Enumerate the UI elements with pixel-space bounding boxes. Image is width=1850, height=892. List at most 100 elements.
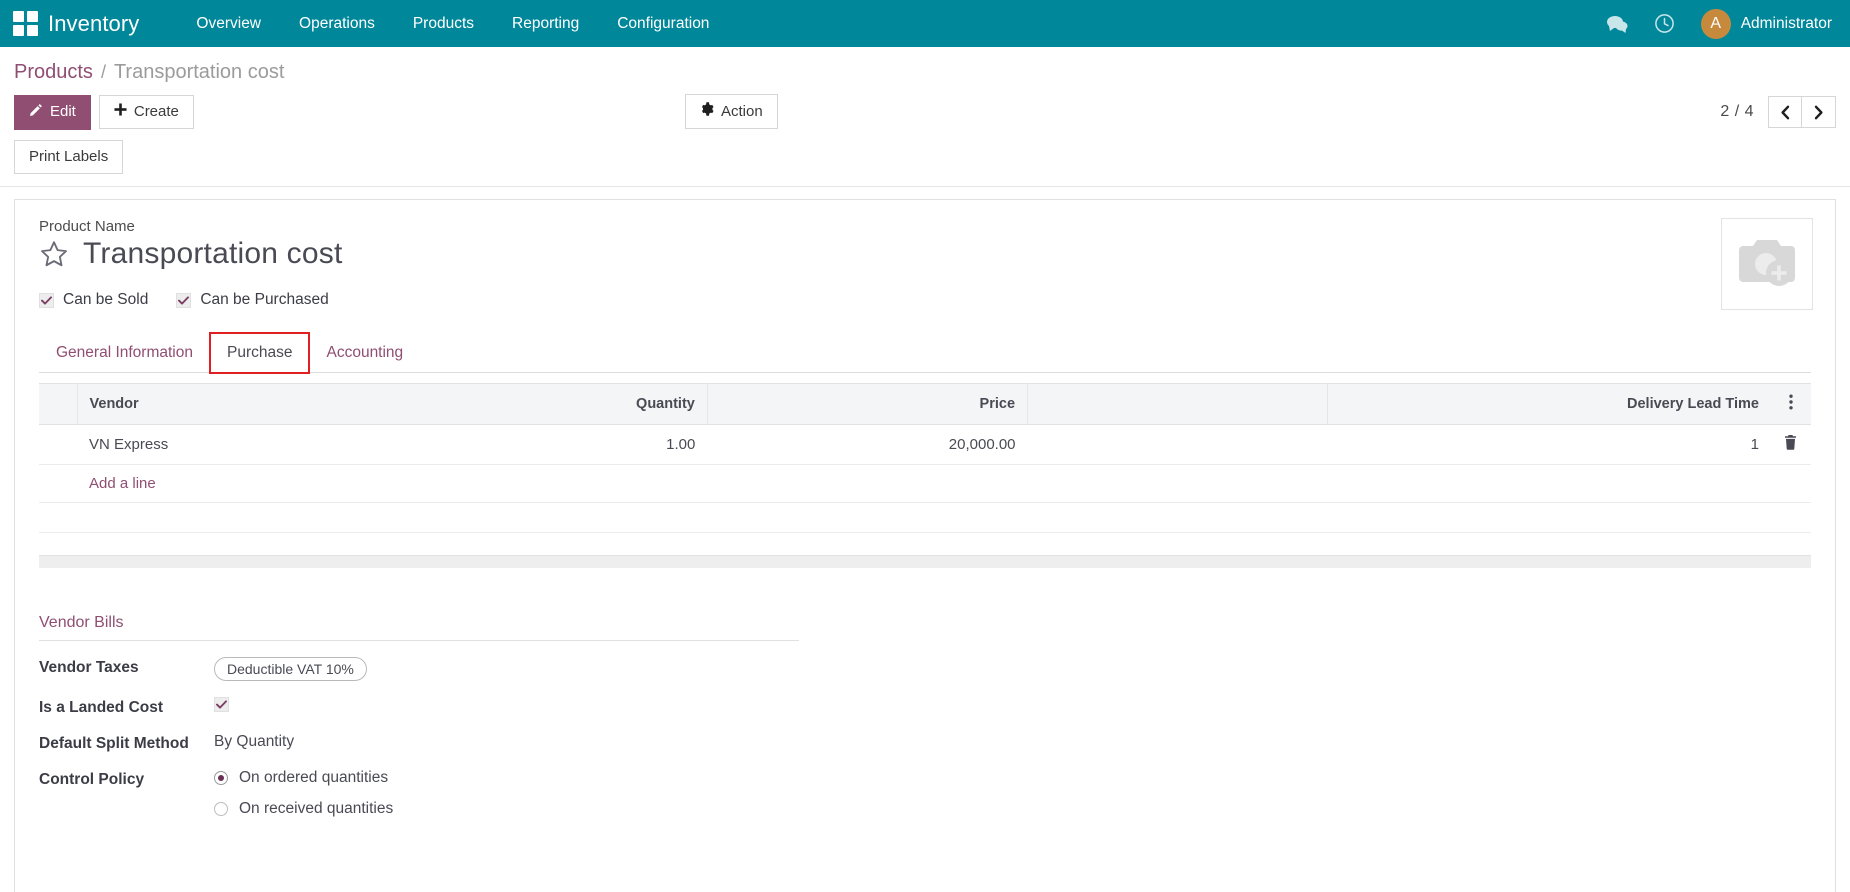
apps-grid-cell xyxy=(26,11,38,22)
pager-count[interactable]: 2 / 4 xyxy=(1720,103,1754,121)
top-navbar: Inventory Overview Operations Products R… xyxy=(0,0,1850,47)
checkbox-checked-icon xyxy=(176,292,192,308)
default-split-method-row: Default Split Method By Quantity xyxy=(39,733,799,753)
column-spacer xyxy=(1027,383,1329,425)
product-flags-row: Can be Sold Can be Purchased xyxy=(39,291,1811,309)
checkbox-checked-icon xyxy=(39,292,54,308)
record-pager: 2 / 4 xyxy=(1720,96,1836,128)
default-split-method-label: Default Split Method xyxy=(39,735,189,752)
chevron-right-icon[interactable] xyxy=(1802,96,1836,128)
tab-accounting[interactable]: Accounting xyxy=(309,333,420,373)
menu-item-operations[interactable]: Operations xyxy=(280,1,394,47)
app-brand-inventory[interactable]: Inventory xyxy=(48,11,139,37)
apps-grid-cell xyxy=(26,25,38,36)
user-menu[interactable]: A Administrator xyxy=(1700,8,1832,39)
add-a-line-cell: Add a line xyxy=(77,464,1811,503)
add-line-handle-cell xyxy=(39,464,78,503)
menu-item-configuration[interactable]: Configuration xyxy=(598,1,728,47)
column-quantity[interactable]: Quantity xyxy=(387,383,708,425)
control-panel: Edit Create Action 2 / 4 xyxy=(0,90,1850,130)
radio-on-received-quantities[interactable]: On received quantities xyxy=(214,800,393,818)
secondary-button-row: Print Labels xyxy=(0,130,1850,187)
row-handle-column xyxy=(39,383,78,425)
pager-buttons xyxy=(1768,96,1836,128)
radio-on-ordered-quantities[interactable]: On ordered quantities xyxy=(214,769,393,787)
table-row[interactable]: VN Express 1.00 20,000.00 1 xyxy=(39,424,1811,465)
radio-selected-icon xyxy=(214,771,228,785)
breadcrumb-current: Transportation cost xyxy=(113,61,285,83)
product-title-row: Transportation cost xyxy=(39,237,1811,271)
can-be-sold-checkbox[interactable]: Can be Sold xyxy=(39,291,148,309)
can-be-purchased-checkbox[interactable]: Can be Purchased xyxy=(176,291,329,309)
cell-spacer xyxy=(1027,424,1328,465)
product-image-upload[interactable] xyxy=(1721,218,1813,310)
trash-icon xyxy=(1784,435,1797,450)
cell-quantity[interactable]: 1.00 xyxy=(387,424,708,465)
print-labels-button[interactable]: Print Labels xyxy=(14,140,124,174)
vendor-bills-title: Vendor Bills xyxy=(39,614,799,641)
table-body: VN Express 1.00 20,000.00 1 Add a line xyxy=(39,424,1811,533)
cell-delivery-lead-time[interactable]: 1 xyxy=(1327,424,1771,465)
is-a-landed-cost-label: Is a Landed Cost xyxy=(39,699,164,716)
breadcrumb-separator: / xyxy=(100,62,106,82)
form-sheet-area: Product Name Transportation cost Can be … xyxy=(0,187,1850,892)
main-menu: Overview Operations Products Reporting C… xyxy=(177,1,728,47)
cell-price[interactable]: 20,000.00 xyxy=(707,424,1028,465)
vendor-taxes-row: Vendor Taxes Deductible VAT 10% xyxy=(39,657,799,681)
vendor-taxes-value: Deductible VAT 10% xyxy=(214,657,367,681)
action-button[interactable]: Action xyxy=(685,94,778,129)
row-handle-cell xyxy=(39,424,78,465)
radio-on-ordered-quantities-label: On ordered quantities xyxy=(239,769,389,786)
radio-on-received-quantities-label: On received quantities xyxy=(239,800,394,817)
cell-vendor[interactable]: VN Express xyxy=(77,424,388,465)
create-button-label: Create xyxy=(133,103,179,120)
breadcrumb-products[interactable]: Products xyxy=(14,61,93,84)
tab-general-information[interactable]: General Information xyxy=(39,333,210,373)
tab-purchase[interactable]: Purchase xyxy=(208,332,311,374)
delete-row-button[interactable] xyxy=(1770,424,1811,465)
is-a-landed-cost-checkbox[interactable] xyxy=(214,697,229,712)
default-split-method-value[interactable]: By Quantity xyxy=(214,733,294,751)
action-menu-wrapper: Action xyxy=(685,94,778,129)
vendor-pricelist-table: Vendor Quantity Price Delivery Lead Time xyxy=(39,383,1811,533)
is-a-landed-cost-value xyxy=(214,697,229,712)
control-policy-label: Control Policy xyxy=(39,771,145,788)
control-policy-row: Control Policy On ordered quantities On … xyxy=(39,769,799,818)
radio-unselected-icon xyxy=(214,802,228,816)
chevron-left-icon[interactable] xyxy=(1768,96,1802,128)
add-a-line-link[interactable]: Add a line xyxy=(89,475,156,492)
add-line-row[interactable]: Add a line xyxy=(39,464,1811,503)
table-horizontal-scrollbar[interactable] xyxy=(39,555,1811,568)
can-be-purchased-label: Can be Purchased xyxy=(200,291,329,308)
notebook-tabs: General Information Purchase Accounting xyxy=(39,332,1811,374)
vendor-taxes-tag[interactable]: Deductible VAT 10% xyxy=(214,657,367,681)
control-policy-options: On ordered quantities On received quanti… xyxy=(214,769,393,818)
breadcrumb: Products / Transportation cost xyxy=(0,47,1850,90)
menu-item-products[interactable]: Products xyxy=(394,1,493,47)
pencil-icon xyxy=(29,103,43,122)
plus-icon xyxy=(114,103,127,121)
product-name-label: Product Name xyxy=(39,218,135,235)
table-header-row: Vendor Quantity Price Delivery Lead Time xyxy=(39,383,1811,425)
clock-icon[interactable] xyxy=(1654,13,1675,34)
action-button-label: Action xyxy=(721,102,763,120)
star-outline-icon[interactable] xyxy=(39,239,69,269)
table-empty-cell xyxy=(39,502,1811,533)
menu-item-overview[interactable]: Overview xyxy=(177,1,280,47)
table-header: Vendor Quantity Price Delivery Lead Time xyxy=(39,383,1811,425)
column-price[interactable]: Price xyxy=(707,383,1029,425)
edit-button-label: Edit xyxy=(50,103,76,120)
chat-bubbles-icon[interactable] xyxy=(1606,14,1628,34)
column-delivery-lead-time[interactable]: Delivery Lead Time xyxy=(1327,383,1771,425)
vertical-dots-icon[interactable] xyxy=(1770,383,1811,425)
vendor-bills-group: Vendor Bills Vendor Taxes Deductible VAT… xyxy=(39,614,799,818)
apps-grid-cell xyxy=(12,11,24,22)
is-a-landed-cost-row: Is a Landed Cost xyxy=(39,697,799,717)
user-name: Administrator xyxy=(1740,14,1832,32)
apps-grid-icon[interactable] xyxy=(10,9,40,39)
create-button[interactable]: Create xyxy=(98,95,194,129)
column-vendor[interactable]: Vendor xyxy=(77,383,388,425)
apps-grid-cell xyxy=(12,25,24,36)
edit-button[interactable]: Edit xyxy=(14,94,91,130)
menu-item-reporting[interactable]: Reporting xyxy=(493,1,598,47)
